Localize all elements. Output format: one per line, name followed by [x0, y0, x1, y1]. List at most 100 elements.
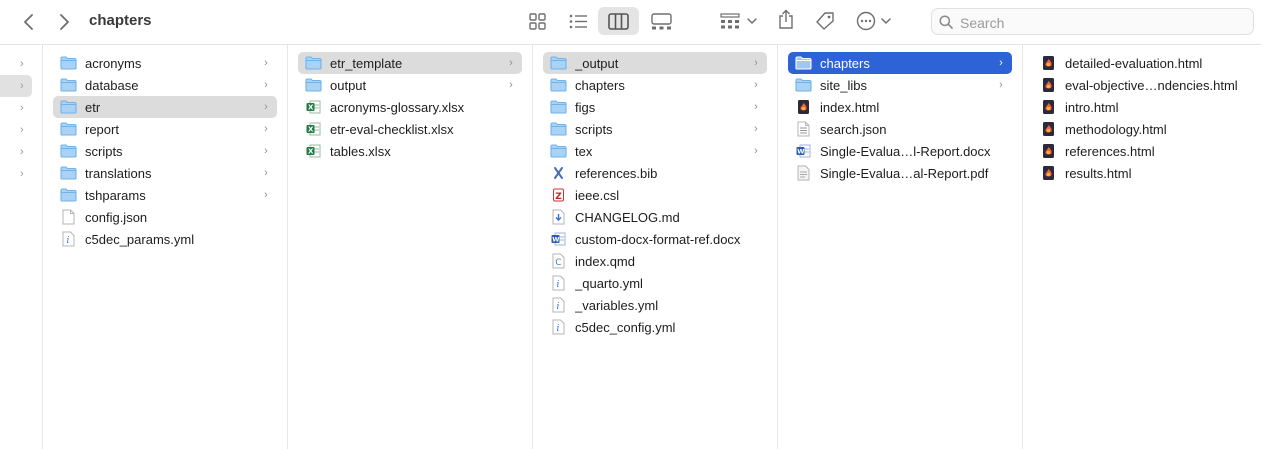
more-actions-button[interactable] [856, 10, 894, 32]
list-item-custom-docx-format-ref-docx[interactable]: Wcustom-docx-format-ref.docx [543, 228, 767, 250]
list-item-quarto-yml[interactable]: i _quarto.yml [543, 272, 767, 294]
chevron-right-icon[interactable]: › [20, 124, 24, 136]
item-label: methodology.html [1065, 121, 1167, 137]
list-item-etr-eval-checklist-xlsx[interactable]: Xetr-eval-checklist.xlsx [298, 118, 522, 140]
item-label: c5dec_params.yml [85, 231, 195, 247]
list-item-results-html[interactable]: results.html [1033, 162, 1251, 184]
html-file-icon [1039, 55, 1057, 71]
pdf-file-icon [794, 165, 812, 181]
chevron-right-icon: › [754, 123, 758, 135]
list-item-search-json[interactable]: search.json [788, 118, 1012, 140]
list-item-database[interactable]: database › [53, 74, 277, 96]
item-label: custom-docx-format-ref.docx [575, 231, 741, 247]
chevron-right-icon: › [999, 79, 1003, 91]
search-field[interactable] [931, 8, 1254, 35]
list-item-eval-objective-ndencies-html[interactable]: eval-objective…ndencies.html [1033, 74, 1251, 96]
list-item-changelog-md[interactable]: CHANGELOG.md [543, 206, 767, 228]
list-item-output[interactable]: _output › [543, 52, 767, 74]
folder-icon [549, 99, 567, 115]
svg-text:C: C [555, 258, 561, 268]
folder-icon [59, 55, 77, 71]
list-item-references-bib[interactable]: references.bib [543, 162, 767, 184]
icon-view-icon [528, 12, 546, 30]
item-label: references.bib [575, 165, 658, 181]
list-item-figs[interactable]: figs › [543, 96, 767, 118]
item-label: Single-Evalua…al-Report.pdf [820, 165, 989, 181]
list-item-tshparams[interactable]: tshparams › [53, 184, 277, 206]
list-item-scripts[interactable]: scripts › [543, 118, 767, 140]
column-view-icon [608, 12, 629, 30]
back-button[interactable] [18, 11, 40, 33]
item-label: tshparams [85, 187, 146, 203]
list-item-output[interactable]: output › [298, 74, 522, 96]
group-button[interactable] [720, 10, 758, 32]
chevron-right-icon[interactable]: › [20, 168, 24, 180]
share-button[interactable] [776, 8, 796, 30]
list-item-variables-yml[interactable]: i _variables.yml [543, 294, 767, 316]
item-label: results.html [1065, 165, 1132, 181]
list-item-site-libs[interactable]: site_libs › [788, 74, 1012, 96]
list-item-index-qmd[interactable]: Cindex.qmd [543, 250, 767, 272]
list-view-icon [569, 14, 587, 28]
folder-icon [549, 77, 567, 93]
chevron-right-icon: › [264, 167, 268, 179]
svg-text:W: W [797, 148, 804, 156]
item-label: index.qmd [575, 253, 635, 269]
list-item-chapters[interactable]: chapters › [543, 74, 767, 96]
column-3: _output › chapters › figs › scripts › tex › refere… [533, 45, 778, 449]
docx-file-icon: W [549, 231, 567, 247]
folder-icon [794, 55, 812, 71]
column-view-button[interactable] [598, 7, 639, 35]
list-item-c5dec-config-yml[interactable]: i c5dec_config.yml [543, 316, 767, 338]
list-item-detailed-evaluation-html[interactable]: detailed-evaluation.html [1033, 52, 1251, 74]
search-icon [939, 15, 953, 29]
list-item-report[interactable]: report › [53, 118, 277, 140]
list-item-tex[interactable]: tex › [543, 140, 767, 162]
list-item-translations[interactable]: translations › [53, 162, 277, 184]
list-item-methodology-html[interactable]: methodology.html [1033, 118, 1251, 140]
json-file-icon [794, 121, 812, 137]
list-item-single-evalua-al-report-pdf[interactable]: Single-Evalua…al-Report.pdf [788, 162, 1012, 184]
list-item-acronyms[interactable]: acronyms › [53, 52, 277, 74]
list-item-acronyms-glossary-xlsx[interactable]: Xacronyms-glossary.xlsx [298, 96, 522, 118]
item-label: scripts [575, 121, 613, 137]
chevron-right-icon[interactable]: › [20, 146, 24, 158]
item-label: etr-eval-checklist.xlsx [330, 121, 454, 137]
list-item-c5dec-params-yml[interactable]: i c5dec_params.yml [53, 228, 277, 250]
item-label: database [85, 77, 139, 93]
svg-text:W: W [552, 236, 559, 244]
search-input[interactable] [958, 12, 1242, 33]
item-label: _output [575, 55, 619, 71]
tag-button[interactable] [814, 10, 836, 32]
list-item-intro-html[interactable]: intro.html [1033, 96, 1251, 118]
chevron-right-icon: › [509, 57, 513, 69]
forward-chevron-icon [60, 14, 69, 30]
chevron-right-icon: › [509, 79, 513, 91]
chevron-right-icon[interactable]: › [20, 80, 24, 92]
item-label: _quarto.yml [575, 275, 643, 291]
md-file-icon [549, 209, 567, 225]
svg-text:Z: Z [555, 192, 562, 202]
folder-icon [59, 165, 77, 181]
list-view-button[interactable] [567, 10, 589, 32]
list-item-config-json[interactable]: config.json [53, 206, 277, 228]
folder-icon [549, 143, 567, 159]
gallery-view-button[interactable] [649, 10, 673, 32]
chevron-right-icon[interactable]: › [20, 102, 24, 114]
list-item-etr-template[interactable]: etr_template › [298, 52, 522, 74]
svg-text:X: X [308, 104, 314, 112]
icon-view-button[interactable] [526, 10, 548, 32]
item-label: etr_template [330, 55, 403, 71]
list-item-chapters[interactable]: chapters › [788, 52, 1012, 74]
list-item-ieee-csl[interactable]: Zieee.csl [543, 184, 767, 206]
list-item-index-html[interactable]: index.html [788, 96, 1012, 118]
window-title: chapters [89, 12, 152, 29]
list-item-tables-xlsx[interactable]: Xtables.xlsx [298, 140, 522, 162]
item-label: intro.html [1065, 99, 1119, 115]
list-item-etr[interactable]: etr › [53, 96, 277, 118]
chevron-right-icon[interactable]: › [20, 58, 24, 70]
forward-button[interactable] [53, 11, 75, 33]
list-item-references-html[interactable]: references.html [1033, 140, 1251, 162]
list-item-single-evalua-l-report-docx[interactable]: W Single-Evalua…l-Report.docx [788, 140, 1012, 162]
list-item-scripts[interactable]: scripts › [53, 140, 277, 162]
